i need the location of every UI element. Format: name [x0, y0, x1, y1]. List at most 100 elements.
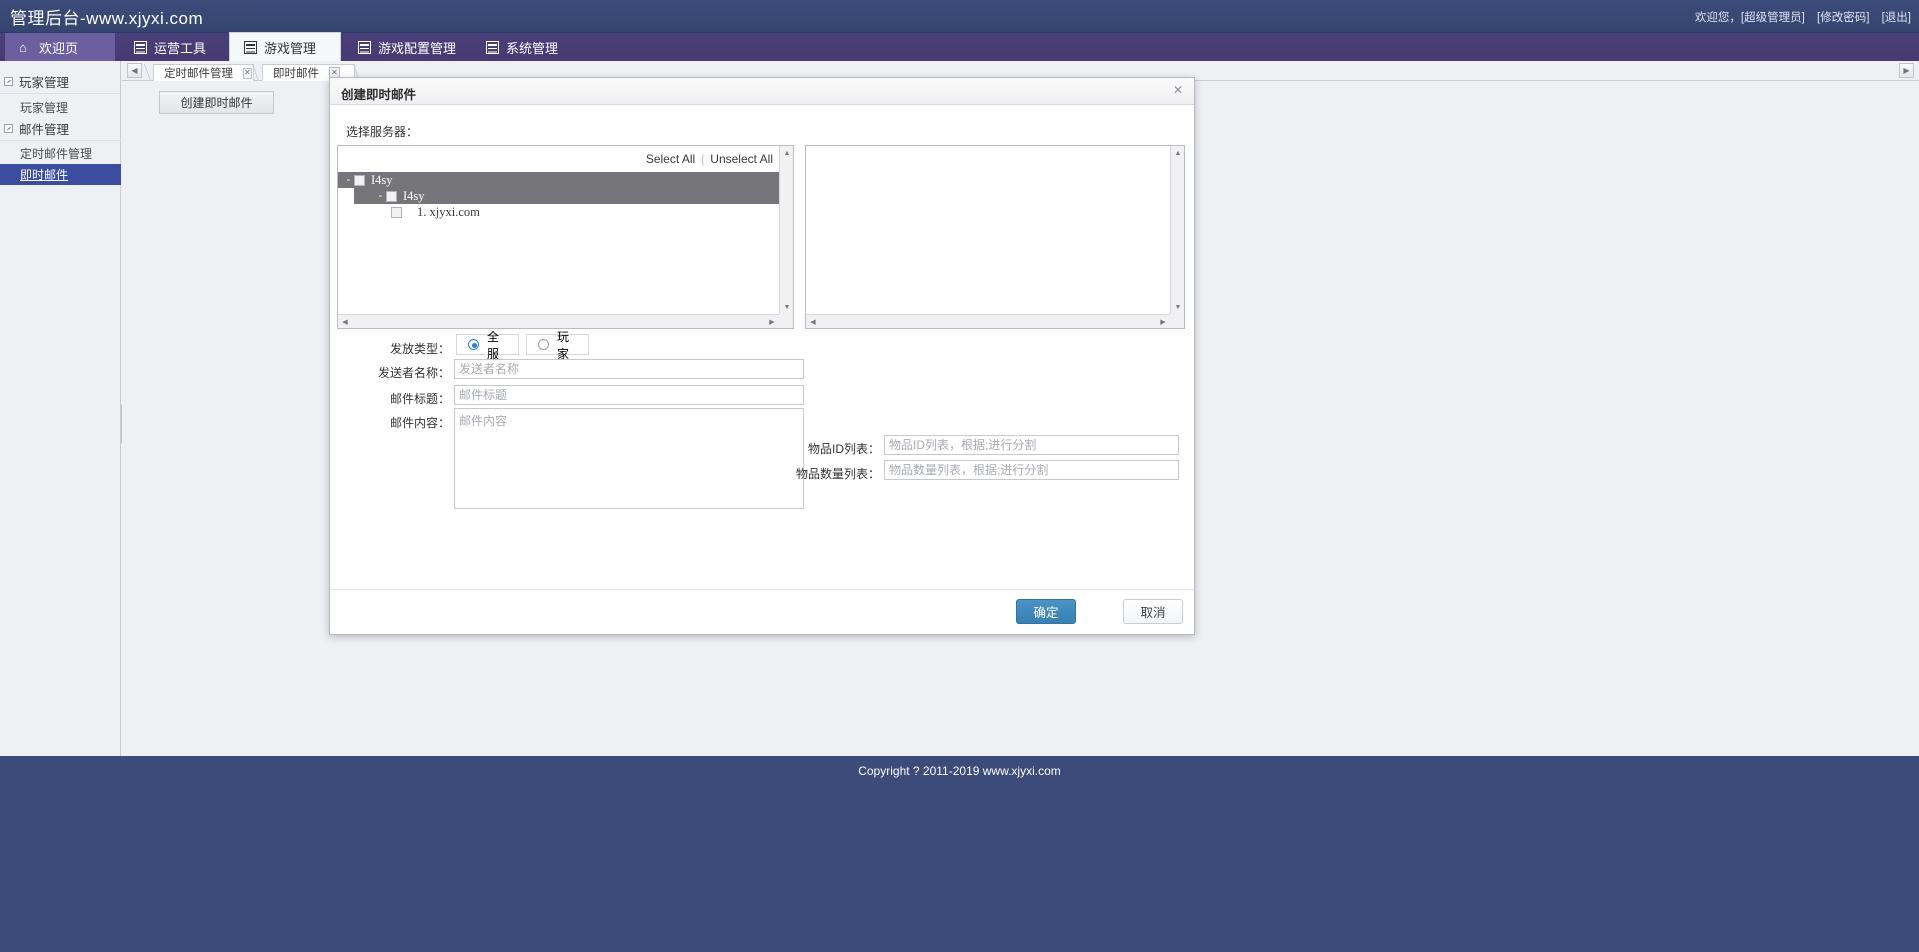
checkbox[interactable] [354, 175, 365, 186]
menu-item-operations-tools[interactable]: 运营工具 [120, 33, 225, 61]
unselect-all-link[interactable]: Unselect All [710, 152, 773, 166]
scroll-left-icon[interactable]: ◀ [338, 315, 352, 329]
copyright-text: Copyright ? 2011-2019 www.xjyxi.com [0, 764, 1919, 778]
menu-item-label: 系统管理 [506, 38, 558, 57]
checkbox[interactable] [391, 207, 402, 218]
vertical-scrollbar[interactable]: ▲ ▼ [1170, 146, 1184, 314]
radio-player-label: 玩家 [557, 328, 577, 362]
cancel-button[interactable]: 取消 [1123, 599, 1183, 624]
sidebar-group-label: 邮件管理 [19, 119, 69, 138]
tree-node[interactable]: - I4sy [338, 172, 779, 188]
tab-label: 定时邮件管理 [164, 65, 233, 81]
app-title: 管理后台-www.xjyxi.com [10, 4, 203, 29]
scroll-down-icon[interactable]: ▼ [780, 300, 794, 314]
confirm-button[interactable]: 确定 [1016, 599, 1076, 624]
scroll-down-icon[interactable]: ▼ [1171, 300, 1185, 314]
sidebar-item-label: 定时邮件管理 [20, 145, 92, 162]
sidebar-item-instant-mail[interactable]: 即时邮件 [0, 164, 121, 185]
menu-item-label: 游戏管理 [264, 38, 316, 57]
server-tree-panel: Select All | Unselect All - I4sy - I4sy … [337, 145, 794, 329]
home-icon: ⌂ [19, 41, 32, 54]
menu-item-label: 游戏配置管理 [378, 38, 456, 57]
sender-name-label: 发送者名称： [342, 364, 450, 381]
menu-item-system-management[interactable]: 系统管理 [472, 33, 577, 61]
chevron-left-icon: ◀ [131, 66, 137, 75]
sidebar-item-scheduled-mail[interactable]: 定时邮件管理 [0, 143, 121, 164]
tree-node-label: I4sy [371, 173, 393, 188]
item-id-list-label: 物品ID列表： [720, 440, 880, 457]
item-count-list-input[interactable] [884, 460, 1179, 480]
change-password-link[interactable]: [修改密码] [1817, 12, 1869, 24]
menu-item-game-management[interactable]: 游戏管理 [229, 32, 341, 61]
selected-server-viewport [806, 146, 1170, 314]
mail-subject-input[interactable] [454, 385, 804, 405]
grid-icon [358, 41, 371, 54]
dialog-header: 创建即时邮件 ✕ [330, 78, 1194, 105]
select-all-link[interactable]: Select All [646, 152, 695, 166]
checkbox[interactable] [386, 191, 397, 202]
tree-node-label: I4sy [403, 189, 425, 204]
grid-icon [486, 41, 499, 54]
logout-link[interactable]: [退出] [1882, 12, 1911, 24]
horizontal-scrollbar[interactable]: ◀ ▶ [338, 314, 779, 328]
welcome-text: 欢迎您，[超级管理员] [1695, 12, 1805, 24]
scrollbar-corner [779, 314, 793, 328]
collapse-icon[interactable] [4, 124, 13, 133]
tree-node[interactable]: - I4sy [354, 188, 779, 204]
menu-item-welcome[interactable]: ⌂ 欢迎页 [5, 33, 115, 61]
close-icon[interactable]: ✕ [1170, 82, 1186, 98]
sender-name-input[interactable] [454, 359, 804, 379]
grid-icon [134, 41, 147, 54]
radio-player[interactable]: 玩家 [526, 334, 589, 355]
create-instant-mail-label: 创建即时邮件 [180, 94, 252, 111]
scroll-up-icon[interactable]: ▲ [1171, 146, 1185, 160]
server-tree-viewport: Select All | Unselect All - I4sy - I4sy … [338, 146, 779, 314]
chevron-right-icon: ▶ [1903, 66, 1909, 75]
scroll-right-icon[interactable]: ▶ [1156, 315, 1170, 329]
menu-item-label: 运营工具 [154, 38, 206, 57]
scroll-right-icon[interactable]: ▶ [765, 315, 779, 329]
mail-content-label: 邮件内容： [342, 414, 450, 431]
radio-indicator [468, 339, 479, 350]
scroll-left-icon[interactable]: ◀ [806, 315, 820, 329]
create-instant-mail-dialog: 创建即时邮件 ✕ 选择服务器： Select All | Unselect Al… [329, 77, 1195, 635]
main-menu-bar: ⌂ 欢迎页 运营工具 游戏管理 游戏配置管理 系统管理 [0, 33, 1919, 61]
user-bar: 欢迎您，[超级管理员] [修改密码] [退出] [1695, 9, 1911, 25]
sidebar-item-label: 即时邮件 [20, 166, 68, 183]
send-type-label: 发放类型： [342, 340, 450, 357]
tab-scheduled-mail[interactable]: 定时邮件管理 ✕ [153, 64, 254, 81]
sidebar-group-player-management[interactable]: 玩家管理 [0, 69, 120, 94]
mail-subject-label: 邮件标题： [342, 390, 450, 407]
tree-node[interactable]: 1. xjyxi.com [338, 204, 779, 220]
horizontal-scrollbar[interactable]: ◀ ▶ [806, 314, 1170, 328]
sidebar-item-label: 玩家管理 [20, 99, 68, 116]
tab-scroll-left-button[interactable]: ◀ [127, 63, 142, 78]
cancel-button-label: 取消 [1140, 602, 1165, 621]
sidebar-group-mail-management[interactable]: 邮件管理 [0, 116, 121, 141]
sidebar-item-player-management[interactable]: 玩家管理 [0, 97, 121, 118]
grid-icon [244, 41, 257, 54]
item-id-list-input[interactable] [884, 435, 1179, 455]
page-footer: Copyright ? 2011-2019 www.xjyxi.com [0, 756, 1919, 952]
close-icon[interactable]: ✕ [243, 68, 252, 79]
dialog-title: 创建即时邮件 [341, 84, 416, 103]
dialog-footer: 确定 取消 [330, 589, 1194, 634]
expander-icon[interactable]: - [343, 174, 354, 186]
confirm-button-label: 确定 [1033, 602, 1058, 621]
scroll-up-icon[interactable]: ▲ [780, 146, 794, 160]
radio-indicator [538, 339, 549, 350]
expander-icon[interactable]: - [375, 190, 386, 202]
collapse-icon[interactable] [4, 77, 13, 86]
selected-server-panel: ▲ ▼ ◀ ▶ [805, 145, 1185, 329]
sidebar-group-label: 玩家管理 [19, 72, 69, 91]
tab-scroll-right-button[interactable]: ▶ [1899, 63, 1914, 78]
item-count-list-label: 物品数量列表： [720, 465, 880, 482]
create-instant-mail-button[interactable]: 创建即时邮件 [159, 91, 274, 114]
radio-all-server[interactable]: 全服 [456, 334, 519, 355]
mail-content-textarea[interactable] [454, 408, 804, 509]
top-bar: 管理后台-www.xjyxi.com 欢迎您，[超级管理员] [修改密码] [退… [0, 0, 1919, 33]
menu-item-game-config-management[interactable]: 游戏配置管理 [344, 33, 469, 61]
vertical-scrollbar[interactable]: ▲ ▼ [779, 146, 793, 314]
sidebar: 玩家管理 玩家管理 邮件管理 定时邮件管理 即时邮件 [0, 61, 121, 756]
server-tree: - I4sy - I4sy 1. xjyxi.com [338, 172, 779, 220]
